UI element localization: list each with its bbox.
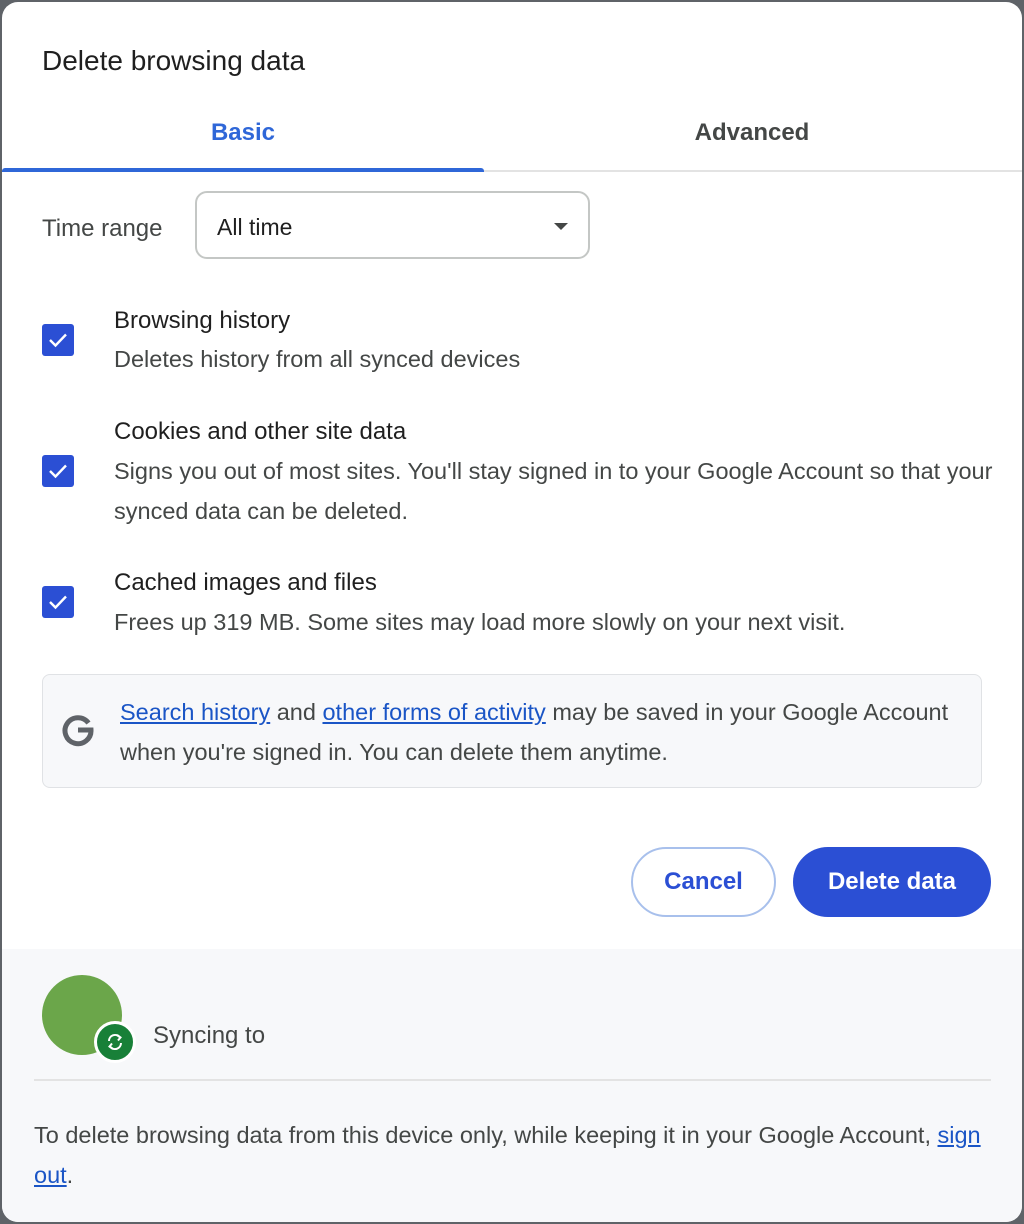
sync-footer: Syncing to To delete browsing data from … xyxy=(2,949,1022,1222)
time-range-select[interactable]: All time xyxy=(195,191,590,259)
checkmark-icon xyxy=(49,333,67,348)
sign-out-note: To delete browsing data from this device… xyxy=(34,1122,981,1188)
time-range-label: Time range xyxy=(42,215,163,242)
sync-badge xyxy=(94,1021,136,1063)
tab-bar: Basic Advanced xyxy=(2,96,1022,172)
browsing-history-title: Browsing history xyxy=(114,307,291,334)
cancel-button[interactable]: Cancel xyxy=(631,847,776,917)
delete-browsing-data-dialog: Delete browsing data Basic Advanced Time… xyxy=(2,2,1022,1222)
checkmark-icon xyxy=(49,464,67,479)
google-activity-info-box: Search history and other forms of activi… xyxy=(42,674,982,788)
cookies-title: Cookies and other site data xyxy=(114,418,407,445)
syncing-to-label: Syncing to xyxy=(153,1022,266,1049)
cached-files-title: Cached images and files xyxy=(114,569,377,596)
dropdown-caret-icon xyxy=(554,223,568,230)
cookies-description: Signs you out of most sites. You'll stay… xyxy=(114,458,993,524)
cached-files-checkbox[interactable] xyxy=(42,586,74,618)
search-history-link[interactable]: Search history xyxy=(120,699,270,725)
cached-files-description: Frees up 319 MB. Some sites may load mor… xyxy=(114,609,846,635)
tab-selected-indicator xyxy=(2,168,484,172)
tab-basic[interactable]: Basic xyxy=(2,96,484,170)
cookies-checkbox[interactable] xyxy=(42,455,74,487)
dialog-title: Delete browsing data xyxy=(42,45,306,76)
divider xyxy=(34,1079,991,1081)
info-text: Search history and other forms of activi… xyxy=(120,699,949,765)
time-range-value: All time xyxy=(217,214,293,240)
tab-advanced[interactable]: Advanced xyxy=(498,96,1006,170)
sync-icon xyxy=(107,1033,123,1051)
delete-data-button[interactable]: Delete data xyxy=(793,847,991,917)
google-g-icon xyxy=(62,715,94,747)
browsing-history-description: Deletes history from all synced devices xyxy=(114,346,521,372)
other-activity-link[interactable]: other forms of activity xyxy=(322,699,545,725)
checkmark-icon xyxy=(49,595,67,610)
browsing-history-checkbox[interactable] xyxy=(42,324,74,356)
